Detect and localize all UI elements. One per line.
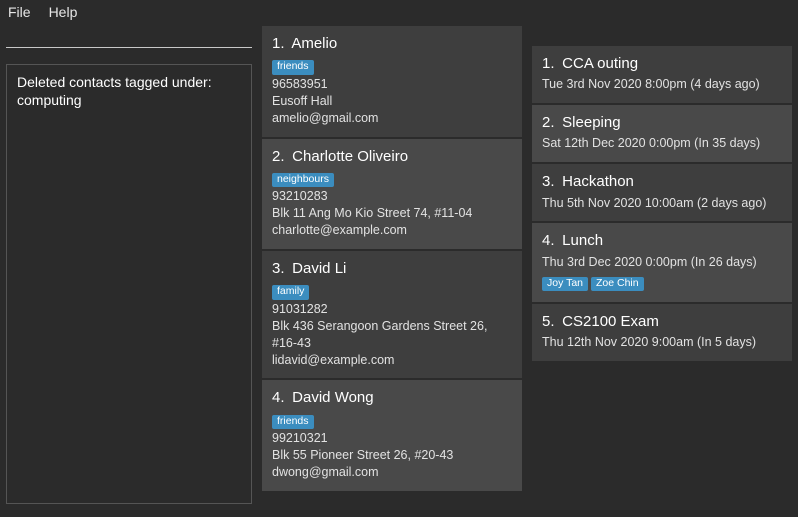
contact-address: Blk 55 Pioneer Street 26, #20-43	[272, 447, 512, 464]
event-title: 3. Hackathon	[542, 172, 782, 192]
contact-email: charlotte@example.com	[272, 222, 512, 239]
contacts-panel: 1. Ameliofriends96583951Eusoff Hallameli…	[262, 26, 522, 504]
event-title: 4. Lunch	[542, 231, 782, 251]
result-display: Deleted contacts tagged under: computing	[6, 64, 252, 504]
event-person-tag: Zoe Chin	[591, 277, 644, 292]
menu-help[interactable]: Help	[49, 4, 78, 20]
contact-index: 2.	[272, 147, 288, 167]
contact-card[interactable]: 4. David Wong friends99210321Blk 55 Pione…	[262, 380, 522, 491]
contact-tag: friends	[272, 415, 314, 430]
contact-email: dwong@gmail.com	[272, 464, 512, 481]
contact-title: 4. David Wong	[272, 388, 512, 408]
contact-email: amelio@gmail.com	[272, 110, 512, 127]
event-card[interactable]: 2. Sleeping Sat 12th Dec 2020 0:00pm (In …	[532, 105, 792, 162]
event-time: Thu 12th Nov 2020 9:00am (In 5 days)	[542, 334, 782, 351]
event-card[interactable]: 4. Lunch Thu 3rd Dec 2020 0:00pm (In 26 d…	[532, 223, 792, 302]
event-index: 4.	[542, 231, 558, 251]
contact-name: David Li	[292, 260, 346, 277]
contact-name: Charlotte Oliveiro	[292, 148, 408, 165]
contact-phone: 96583951	[272, 76, 512, 93]
menu-bar: File Help	[0, 0, 798, 26]
contact-title: 1. Amelio	[272, 34, 512, 54]
contact-card[interactable]: 1. Amelio friends96583951Eusoff Hallameli…	[262, 26, 522, 137]
contact-name: Amelio	[291, 35, 337, 52]
contact-address: Blk 11 Ang Mo Kio Street 74, #11-04	[272, 205, 512, 222]
event-time: Thu 5th Nov 2020 10:00am (2 days ago)	[542, 195, 782, 212]
event-people: Joy TanZoe Chin	[542, 273, 782, 293]
result-line: computing	[17, 91, 241, 109]
event-person-tag: Joy Tan	[542, 277, 588, 292]
contact-tag: friends	[272, 60, 314, 75]
contact-tag: family	[272, 285, 309, 300]
contact-title: 3. David Li	[272, 259, 512, 279]
event-title: 1. CCA outing	[542, 54, 782, 74]
event-name: CCA outing	[562, 55, 638, 72]
event-index: 3.	[542, 172, 558, 192]
event-name: Sleeping	[562, 114, 620, 131]
command-input[interactable]	[6, 26, 252, 48]
event-index: 5.	[542, 312, 558, 332]
contact-index: 1.	[272, 34, 288, 54]
event-time: Tue 3rd Nov 2020 8:00pm (4 days ago)	[542, 76, 782, 93]
contact-index: 3.	[272, 259, 288, 279]
contact-name: David Wong	[292, 389, 373, 406]
event-time: Thu 3rd Dec 2020 0:00pm (In 26 days)	[542, 254, 782, 271]
contact-card[interactable]: 3. David Li family91031282Blk 436 Serango…	[262, 251, 522, 378]
contact-tag: neighbours	[272, 173, 334, 188]
contact-phone: 91031282	[272, 301, 512, 318]
events-panel: 1. CCA outing Tue 3rd Nov 2020 8:00pm (4 …	[532, 46, 792, 504]
main-panels: Deleted contacts tagged under: computing…	[0, 26, 798, 510]
contact-phone: 99210321	[272, 430, 512, 447]
contact-title: 2. Charlotte Oliveiro	[272, 147, 512, 167]
event-title: 5. CS2100 Exam	[542, 312, 782, 332]
menu-file[interactable]: File	[8, 4, 31, 20]
contact-phone: 93210283	[272, 188, 512, 205]
event-name: Lunch	[562, 232, 603, 249]
event-time: Sat 12th Dec 2020 0:00pm (In 35 days)	[542, 135, 782, 152]
contact-address: Eusoff Hall	[272, 93, 512, 110]
event-name: Hackathon	[562, 173, 634, 190]
contact-address: Blk 436 Serangoon Gardens Street 26, #16…	[272, 318, 512, 352]
event-title: 2. Sleeping	[542, 113, 782, 133]
left-panel: Deleted contacts tagged under: computing	[6, 26, 252, 504]
contact-index: 4.	[272, 388, 288, 408]
event-card[interactable]: 5. CS2100 Exam Thu 12th Nov 2020 9:00am (…	[532, 304, 792, 361]
event-card[interactable]: 3. Hackathon Thu 5th Nov 2020 10:00am (2 …	[532, 164, 792, 221]
contact-card[interactable]: 2. Charlotte Oliveiro neighbours93210283B…	[262, 139, 522, 250]
event-card[interactable]: 1. CCA outing Tue 3rd Nov 2020 8:00pm (4 …	[532, 46, 792, 103]
event-name: CS2100 Exam	[562, 313, 659, 330]
result-line: Deleted contacts tagged under:	[17, 73, 241, 91]
contact-email: lidavid@example.com	[272, 352, 512, 369]
event-index: 2.	[542, 113, 558, 133]
event-index: 1.	[542, 54, 558, 74]
